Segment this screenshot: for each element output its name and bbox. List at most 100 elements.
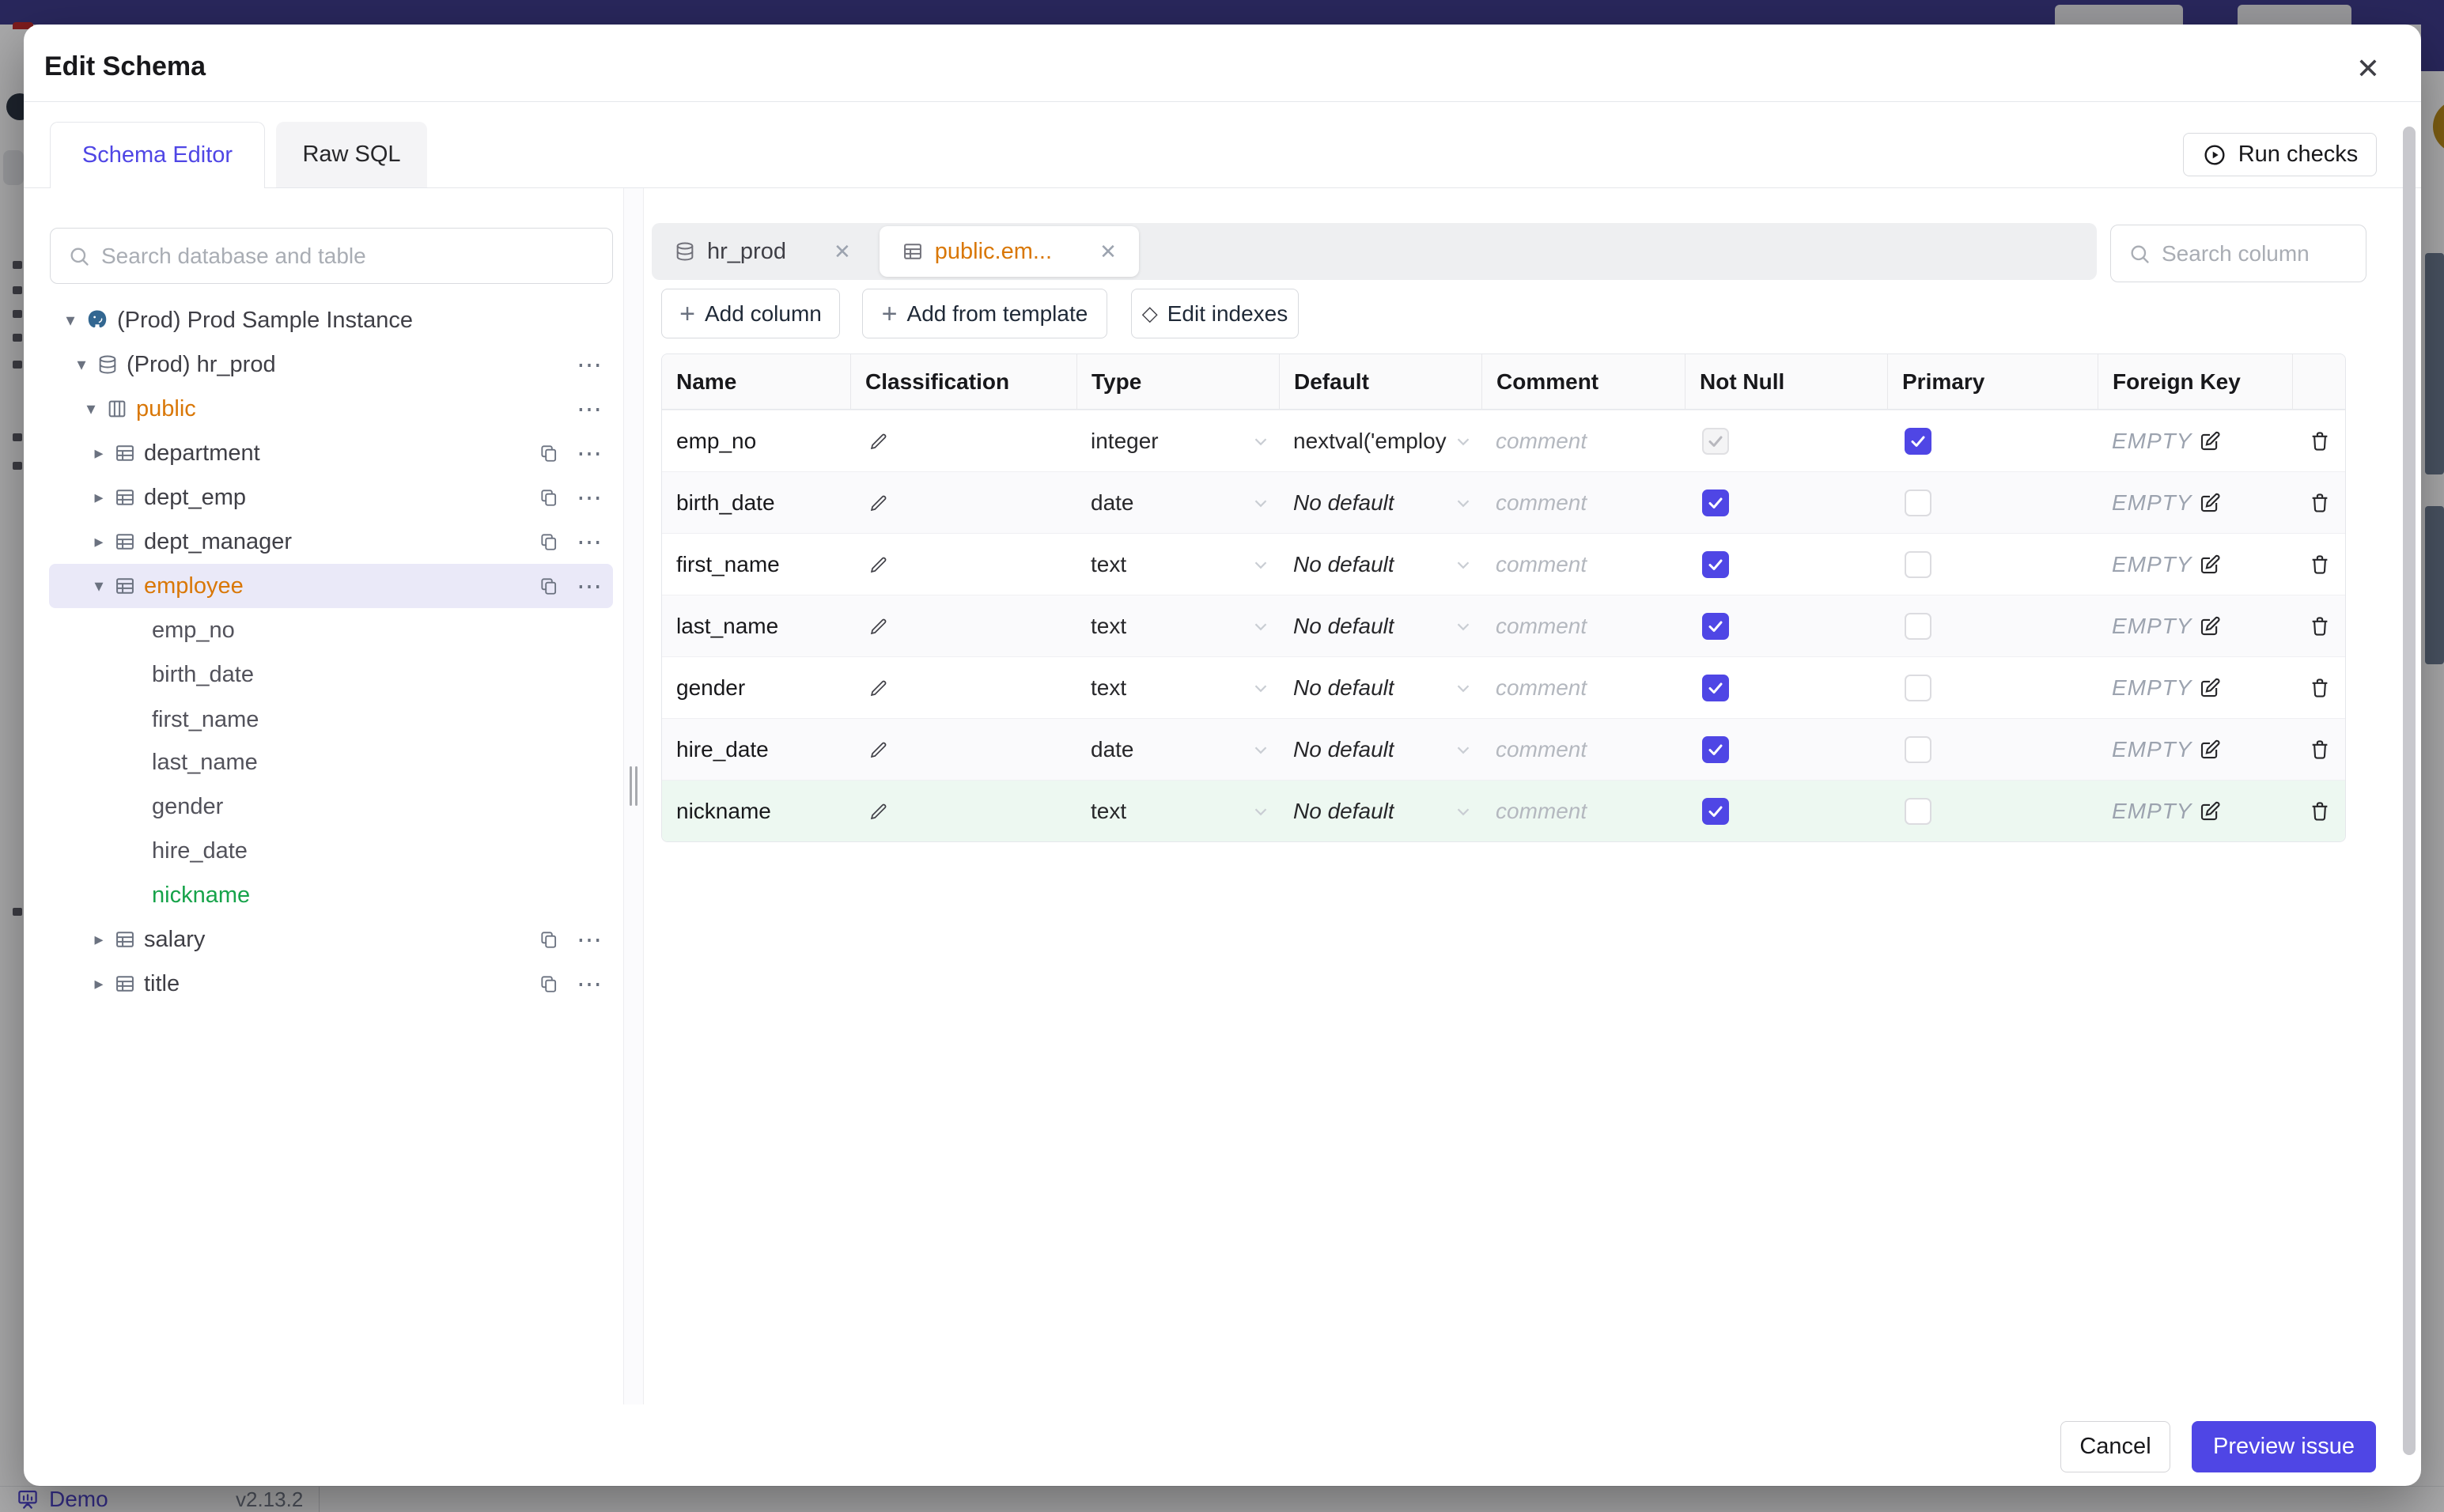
foreign-key-edit-button[interactable] <box>2198 429 2222 453</box>
type-select[interactable]: date <box>1076 472 1279 534</box>
caret-down-icon[interactable]: ▾ <box>81 399 101 419</box>
type-select[interactable]: text <box>1076 595 1279 657</box>
tree-item-table-dept-emp[interactable]: ▸ dept_emp ⋯ <box>49 475 613 520</box>
classification-edit-button[interactable] <box>868 431 889 452</box>
primary-checkbox[interactable] <box>1905 613 1931 640</box>
delete-column-button[interactable] <box>2308 553 2332 576</box>
more-actions-icon[interactable]: ⋯ <box>577 485 603 510</box>
foreign-key-edit-button[interactable] <box>2198 738 2222 762</box>
tree-item-column-emp-no[interactable]: emp_no <box>49 608 613 652</box>
preview-issue-button[interactable]: Preview issue <box>2192 1421 2376 1472</box>
tree-item-column-hire-date[interactable]: hire_date <box>49 829 613 873</box>
copy-icon[interactable] <box>539 443 559 463</box>
sidebar-resize-handle[interactable] <box>623 188 644 1404</box>
delete-column-button[interactable] <box>2308 799 2332 823</box>
primary-checkbox[interactable] <box>1905 736 1931 763</box>
tree-item-column-last-name[interactable]: last_name <box>49 740 613 784</box>
copy-icon[interactable] <box>539 487 559 508</box>
comment-input[interactable] <box>1481 675 1685 701</box>
type-select[interactable]: text <box>1076 534 1279 595</box>
primary-checkbox[interactable] <box>1905 490 1931 516</box>
caret-down-icon[interactable]: ▾ <box>60 310 81 331</box>
edit-indexes-button[interactable]: ◇ Edit indexes <box>1131 289 1299 338</box>
database-search-input[interactable] <box>101 243 595 269</box>
delete-column-button[interactable] <box>2308 676 2332 700</box>
comment-input[interactable] <box>1481 429 1685 454</box>
editor-tab-public-employee[interactable]: public.em... ✕ <box>879 226 1139 277</box>
caret-right-icon[interactable]: ▸ <box>89 443 109 463</box>
default-select[interactable]: No default <box>1279 472 1481 534</box>
not-null-checkbox[interactable] <box>1702 551 1729 578</box>
more-actions-icon[interactable]: ⋯ <box>577 927 603 952</box>
tree-item-instance[interactable]: ▾ (Prod) Prod Sample Instance <box>49 298 613 342</box>
more-actions-icon[interactable]: ⋯ <box>577 352 603 377</box>
default-select[interactable]: No default <box>1279 657 1481 719</box>
add-column-button[interactable]: + Add column <box>661 289 840 338</box>
tab-schema-editor[interactable]: Schema Editor <box>50 122 265 188</box>
foreign-key-edit-button[interactable] <box>2198 676 2222 700</box>
tree-item-database[interactable]: ▾ (Prod) hr_prod ⋯ <box>49 342 613 387</box>
tree-item-table-employee[interactable]: ▾ employee ⋯ <box>49 564 613 608</box>
copy-icon[interactable] <box>539 576 559 596</box>
tree-item-table-dept-manager[interactable]: ▸ dept_manager ⋯ <box>49 520 613 564</box>
comment-input[interactable] <box>1481 799 1685 824</box>
caret-right-icon[interactable]: ▸ <box>89 973 109 994</box>
delete-column-button[interactable] <box>2308 429 2332 453</box>
comment-input[interactable] <box>1481 737 1685 762</box>
classification-edit-button[interactable] <box>868 678 889 699</box>
close-icon[interactable]: ✕ <box>2351 51 2385 86</box>
editor-tab-hr-prod[interactable]: hr_prod ✕ <box>652 223 873 280</box>
close-tab-icon[interactable]: ✕ <box>1099 240 1117 264</box>
delete-column-button[interactable] <box>2308 614 2332 638</box>
comment-input[interactable] <box>1481 614 1685 639</box>
caret-down-icon[interactable]: ▾ <box>89 576 109 596</box>
tree-item-column-birth-date[interactable]: birth_date <box>49 652 613 697</box>
primary-checkbox[interactable] <box>1905 428 1931 455</box>
primary-checkbox[interactable] <box>1905 551 1931 578</box>
tree-item-table-department[interactable]: ▸ department ⋯ <box>49 431 613 475</box>
type-select[interactable]: text <box>1076 657 1279 719</box>
foreign-key-edit-button[interactable] <box>2198 614 2222 638</box>
add-from-template-button[interactable]: + Add from template <box>862 289 1107 338</box>
tab-raw-sql[interactable]: Raw SQL <box>276 122 427 187</box>
close-tab-icon[interactable]: ✕ <box>834 240 851 264</box>
primary-checkbox[interactable] <box>1905 675 1931 701</box>
delete-column-button[interactable] <box>2308 491 2332 515</box>
default-select[interactable]: nextval('employ <box>1279 410 1481 472</box>
column-search[interactable] <box>2110 225 2366 282</box>
tree-item-column-first-name[interactable]: first_name <box>49 697 613 742</box>
more-actions-icon[interactable]: ⋯ <box>577 529 603 554</box>
default-select[interactable]: No default <box>1279 719 1481 781</box>
tree-item-table-title[interactable]: ▸ title ⋯ <box>49 962 613 1006</box>
copy-icon[interactable] <box>539 929 559 950</box>
foreign-key-edit-button[interactable] <box>2198 799 2222 823</box>
not-null-checkbox[interactable] <box>1702 798 1729 825</box>
column-search-input[interactable] <box>2162 240 2348 266</box>
not-null-checkbox[interactable] <box>1702 613 1729 640</box>
foreign-key-edit-button[interactable] <box>2198 491 2222 515</box>
classification-edit-button[interactable] <box>868 493 889 514</box>
run-checks-button[interactable]: Run checks <box>2183 133 2377 176</box>
primary-checkbox[interactable] <box>1905 798 1931 825</box>
not-null-checkbox[interactable] <box>1702 736 1729 763</box>
delete-column-button[interactable] <box>2308 738 2332 762</box>
not-null-checkbox[interactable] <box>1702 428 1729 455</box>
classification-edit-button[interactable] <box>868 801 889 822</box>
tree-item-schema-public[interactable]: ▾ public ⋯ <box>49 387 613 431</box>
more-actions-icon[interactable]: ⋯ <box>577 573 603 599</box>
caret-right-icon[interactable]: ▸ <box>89 929 109 950</box>
type-select[interactable]: integer <box>1076 410 1279 472</box>
caret-right-icon[interactable]: ▸ <box>89 531 109 552</box>
tree-item-table-salary[interactable]: ▸ salary ⋯ <box>49 917 613 962</box>
copy-icon[interactable] <box>539 973 559 994</box>
classification-edit-button[interactable] <box>868 554 889 576</box>
database-search[interactable] <box>50 228 613 284</box>
more-actions-icon[interactable]: ⋯ <box>577 396 603 421</box>
type-select[interactable]: text <box>1076 781 1279 841</box>
foreign-key-edit-button[interactable] <box>2198 553 2222 576</box>
caret-right-icon[interactable]: ▸ <box>89 487 109 508</box>
comment-input[interactable] <box>1481 490 1685 516</box>
not-null-checkbox[interactable] <box>1702 675 1729 701</box>
more-actions-icon[interactable]: ⋯ <box>577 971 603 996</box>
more-actions-icon[interactable]: ⋯ <box>577 440 603 466</box>
